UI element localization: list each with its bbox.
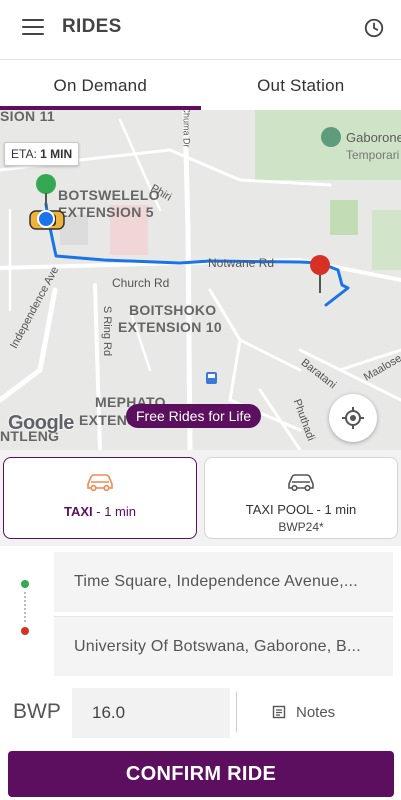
fare-input[interactable] — [72, 688, 230, 738]
ride-option-eta: 1 min — [104, 504, 136, 519]
map-area-label: BOITSHOKO — [129, 302, 217, 318]
ride-options: TAXI - 1 min TAXI POOL - 1 min BWP24* — [0, 450, 401, 546]
map-view[interactable]: SION 11 BOTSWELELO EXTENSION 5 BOITSHOKO… — [0, 110, 401, 450]
map-road-label: S Ring Rd — [101, 305, 114, 357]
tab-out-station[interactable]: Out Station — [201, 61, 401, 110]
ride-option-price: BWP24* — [278, 520, 324, 534]
map-area-label: BOTSWELELO — [58, 187, 160, 203]
ride-option-type: TAXI — [63, 504, 93, 519]
map-area-label: EXTENSION 10 — [118, 319, 222, 335]
dropoff-location-field[interactable]: University Of Botswana, Gaborone, B... — [54, 616, 393, 676]
map-area-label: EXTENSION 5 — [58, 204, 154, 220]
map-poi-label: Temporari — [346, 148, 400, 162]
location-inputs: Time Square, Independence Avenue,... Uni… — [0, 546, 401, 676]
dropoff-dot-icon — [21, 627, 29, 635]
map-poi-label: Gaborone — [346, 130, 401, 145]
eta-value: 1 MIN — [40, 147, 73, 161]
pickup-pin-icon — [36, 174, 56, 207]
ride-option-name: TAXI POOL - 1 min — [245, 502, 357, 517]
pickup-location-field[interactable]: Time Square, Independence Avenue,... — [54, 552, 393, 612]
ride-option-taxi-pool[interactable]: TAXI POOL - 1 min BWP24* — [204, 457, 398, 539]
page-title: RIDES — [62, 16, 122, 37]
car-icon — [288, 474, 314, 492]
promo-banner[interactable]: Free Rides for Life — [126, 404, 262, 428]
route-dotted-line — [24, 592, 26, 622]
eta-box: ETA: 1 MIN — [4, 142, 80, 166]
tab-on-demand[interactable]: On Demand — [0, 61, 201, 110]
clock-history-icon[interactable] — [363, 17, 385, 39]
google-logo: Google — [8, 412, 74, 434]
ride-option-eta: 1 min — [324, 502, 357, 517]
ride-type-tabs: On Demand Out Station — [0, 61, 401, 110]
car-icon — [87, 474, 113, 492]
eta-label: ETA: — [11, 147, 37, 161]
dropoff-pin-icon — [310, 255, 330, 293]
divider — [236, 692, 237, 732]
crosshair-icon — [342, 407, 364, 429]
currency-label: BWP — [13, 700, 61, 723]
pickup-dot-icon — [21, 580, 29, 588]
notes-button[interactable]: Notes — [272, 704, 335, 721]
map-area-label: SION 11 — [0, 110, 56, 124]
map-road-label: Chuma Dr — [181, 110, 192, 148]
confirm-ride-button[interactable]: CONFIRM RIDE — [8, 751, 394, 797]
hamburger-menu-icon[interactable] — [22, 17, 46, 37]
map-road-label: Church Rd — [112, 276, 170, 290]
app-header: RIDES — [0, 0, 401, 60]
ride-option-taxi[interactable]: TAXI - 1 min — [3, 457, 197, 539]
map-road-label: Notwane Rd — [208, 256, 275, 270]
current-location-dot-icon — [37, 210, 55, 228]
my-location-button[interactable] — [329, 394, 377, 442]
notes-label: Notes — [296, 704, 336, 721]
notes-icon — [272, 705, 286, 719]
ride-option-type: TAXI POOL — [245, 502, 313, 517]
fare-row: BWP Notes — [0, 678, 401, 744]
ride-option-name: TAXI - 1 min — [63, 504, 136, 519]
